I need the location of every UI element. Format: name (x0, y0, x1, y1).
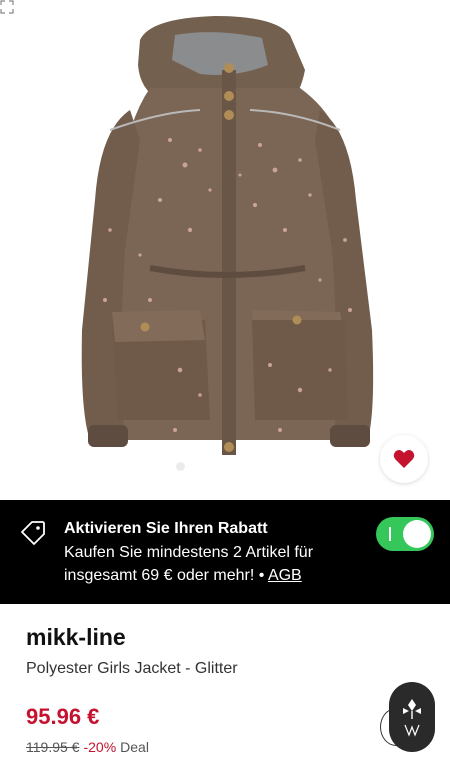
discount-percent: -20% (83, 739, 117, 755)
current-price: 95.96 € (26, 704, 100, 729)
activate-discount-toggle[interactable] (376, 517, 434, 551)
tag-icon (21, 521, 45, 545)
gallery-dot[interactable] (247, 462, 257, 471)
toggle-knob (403, 520, 431, 548)
product-title: Polyester Girls Jacket - Glitter (26, 660, 238, 677)
brand-name[interactable]: mikk-line (26, 624, 126, 651)
deal-label: Deal (120, 739, 149, 755)
gallery-dot[interactable] (265, 462, 275, 471)
favorite-button[interactable] (380, 435, 428, 483)
gallery-dot[interactable] (175, 462, 185, 471)
terms-link[interactable]: AGB (268, 567, 302, 584)
discount-banner: Aktivieren Sie Ihren Rabatt Kaufen Sie m… (0, 500, 450, 604)
assistant-logo-icon (403, 699, 421, 737)
price-details: 119.95 € -20% Deal (26, 739, 149, 755)
promo-title: Aktivieren Sie Ihren Rabatt (64, 520, 268, 537)
heart-icon (393, 450, 415, 468)
assistant-button[interactable] (389, 682, 435, 752)
product-image[interactable] (0, 0, 450, 500)
gallery-dot[interactable] (229, 462, 239, 471)
expand-icon[interactable] (0, 0, 14, 14)
product-info: mikk-line Polyester Girls Jacket - Glitt… (0, 604, 450, 768)
gallery-dot[interactable] (193, 462, 203, 471)
product-image-gallery[interactable] (0, 0, 450, 500)
toggle-on-mark (389, 527, 391, 541)
promo-text: Kaufen Sie mindestens 2 Artikel für insg… (64, 541, 364, 587)
original-price: 119.95 € (26, 739, 80, 755)
gallery-dot[interactable] (211, 462, 221, 471)
